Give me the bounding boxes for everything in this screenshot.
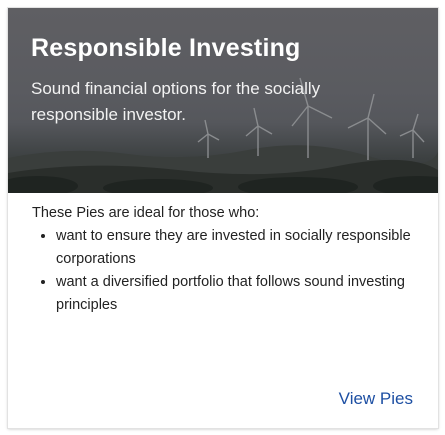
- list-item: want to ensure they are invested in soci…: [56, 225, 422, 271]
- responsible-investing-card: Responsible Investing Sound financial op…: [8, 8, 438, 428]
- card-title: Responsible Investing: [31, 34, 301, 62]
- intro-text: These Pies are ideal for those who:: [32, 205, 260, 221]
- list-item: want a diversified portfolio that follow…: [56, 271, 422, 317]
- view-pies-link[interactable]: View Pies: [339, 389, 413, 409]
- hero-banner: Responsible Investing Sound financial op…: [8, 8, 438, 193]
- card-subtitle: Sound financial options for the socially…: [31, 79, 321, 124]
- card-description: These Pies are ideal for those who: want…: [32, 202, 422, 317]
- criteria-list: want to ensure they are invested in soci…: [32, 225, 422, 317]
